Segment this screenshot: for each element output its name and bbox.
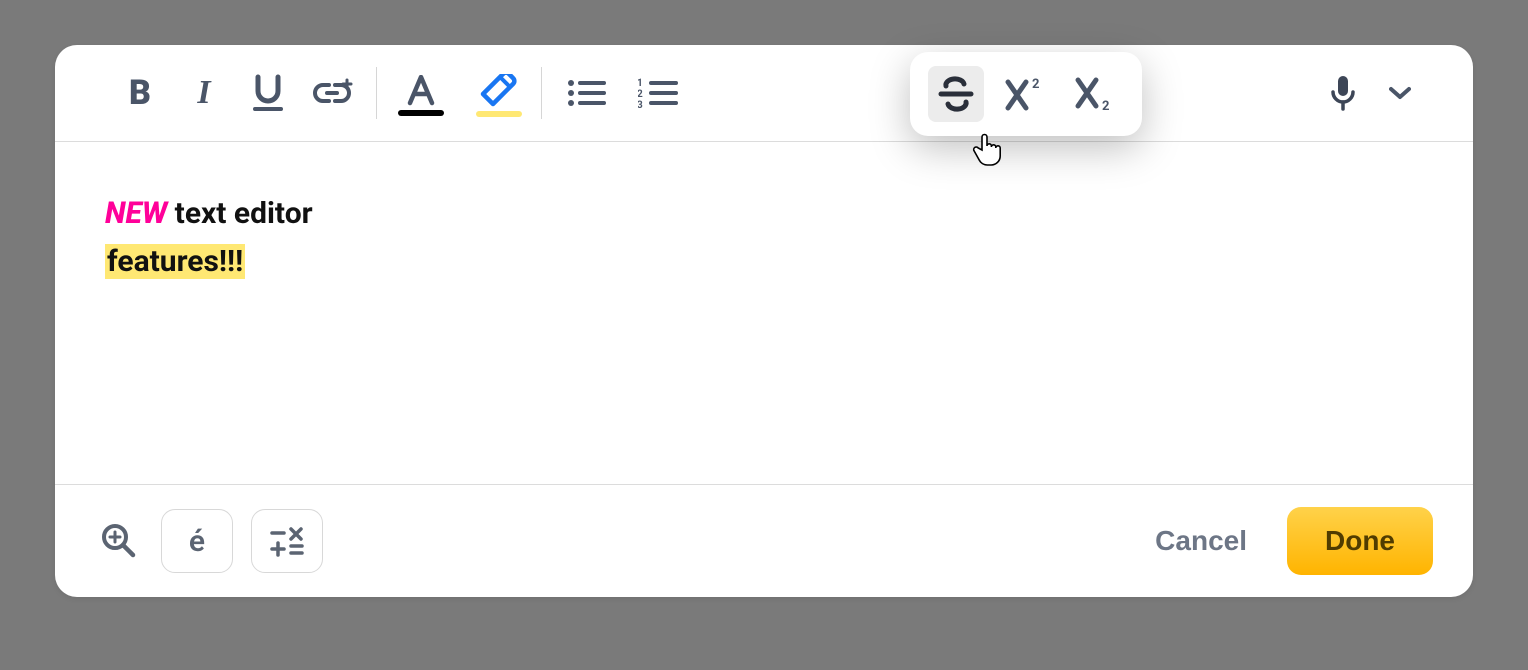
text-format-popup: 2 2 [910, 52, 1142, 136]
svg-text:1: 1 [638, 78, 643, 89]
superscript-button[interactable]: 2 [998, 66, 1054, 122]
toolbar-separator [541, 67, 542, 119]
text-line-1: NEW text editor [105, 190, 1423, 238]
text-segment: text editor [167, 196, 312, 231]
highlighter-icon [475, 74, 519, 108]
math-icon [267, 524, 307, 558]
highlight-button[interactable] [467, 70, 527, 117]
chevron-down-icon [1389, 86, 1411, 100]
voice-input-button[interactable] [1313, 63, 1373, 123]
editor-content[interactable]: NEW text editor features!!! [55, 142, 1473, 484]
highlight-color-swatch [476, 111, 522, 117]
superscript-icon: 2 [1004, 76, 1048, 112]
math-symbols-button[interactable] [251, 509, 323, 573]
styled-word-new: NEW [105, 196, 167, 231]
text-color-icon [404, 75, 438, 107]
bold-button[interactable]: B [110, 63, 170, 123]
zoom-in-icon [100, 522, 138, 560]
toolbar: B I [55, 45, 1473, 142]
numbered-list-button[interactable]: 1 2 3 [628, 63, 688, 123]
toolbar-separator [376, 67, 377, 119]
underline-button[interactable] [238, 63, 298, 123]
more-options-button[interactable] [1377, 63, 1423, 123]
text-color-swatch [398, 110, 444, 116]
editor-footer: é Cancel Done [55, 484, 1473, 597]
accent-char-icon: é [189, 524, 205, 559]
link-icon [311, 78, 353, 108]
cursor-pointer-icon [972, 132, 1002, 166]
text-color-button[interactable] [391, 71, 451, 116]
cancel-button[interactable]: Cancel [1133, 515, 1269, 567]
link-button[interactable] [302, 63, 362, 123]
underline-icon [251, 73, 285, 113]
bullet-list-icon [566, 77, 606, 109]
editor-card: B I [55, 45, 1473, 597]
zoom-button[interactable] [95, 517, 143, 565]
svg-text:2: 2 [1102, 99, 1109, 112]
text-line-2: features!!! [105, 238, 1423, 286]
italic-button[interactable]: I [174, 63, 234, 123]
subscript-button[interactable]: 2 [1068, 66, 1124, 122]
svg-text:2: 2 [1032, 77, 1039, 92]
special-characters-button[interactable]: é [161, 509, 233, 573]
highlighted-text: features!!! [105, 244, 245, 279]
microphone-icon [1330, 74, 1356, 112]
strikethrough-button[interactable] [928, 66, 984, 122]
done-button[interactable]: Done [1287, 507, 1433, 575]
subscript-icon: 2 [1074, 76, 1118, 112]
bold-icon: B [129, 73, 151, 113]
bullet-list-button[interactable] [556, 63, 616, 123]
svg-text:3: 3 [638, 100, 643, 109]
numbered-list-icon: 1 2 3 [638, 77, 678, 109]
strikethrough-icon [937, 76, 975, 112]
italic-icon: I [197, 74, 210, 112]
svg-text:2: 2 [638, 89, 643, 100]
